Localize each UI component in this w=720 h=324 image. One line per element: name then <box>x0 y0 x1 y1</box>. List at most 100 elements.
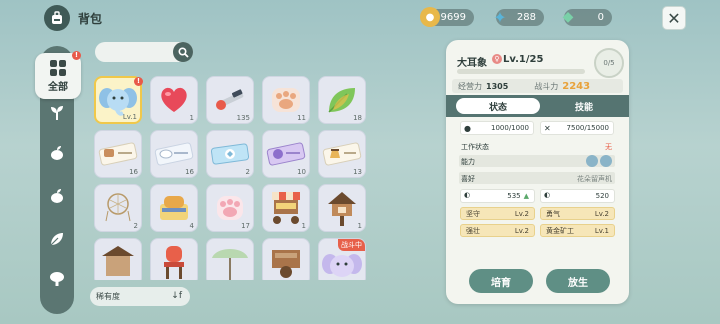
crystal-counter[interactable]: ✦ 288 <box>493 8 544 27</box>
food-stat: ● 1000/1000 <box>460 121 534 135</box>
item-count: 13 <box>353 168 362 176</box>
ability-label: 能力 <box>461 158 475 166</box>
item-slot-parasol[interactable] <box>206 238 254 280</box>
pet-detail-panel: 大耳象 ♀ Lv.1/25 0/5 经营力 1305 战斗力 2243 状态 技能… <box>446 40 629 304</box>
wood-cart-icon <box>263 239 309 280</box>
item-count: 16 <box>185 168 194 176</box>
close-icon: ✕ <box>667 8 681 28</box>
ability-skill-icon[interactable] <box>586 155 598 167</box>
food-value: 1000/1000 <box>491 124 529 132</box>
item-slot-ticket-purple[interactable]: 10 <box>262 130 310 178</box>
gem-counter[interactable]: ◆ 0 <box>563 9 612 26</box>
item-slot-ticket-blue[interactable]: 2 <box>206 130 254 178</box>
page-title: 背包 <box>78 12 103 26</box>
preference-b: ◐ 520 <box>540 189 615 203</box>
item-count: 17 <box>241 222 250 230</box>
item-slot-paw-cushion[interactable]: 11 <box>262 76 310 124</box>
work-status-label: 工作状态 <box>461 143 489 151</box>
leaf-bud-icon <box>51 189 63 203</box>
management-label: 经营力 <box>458 81 482 91</box>
tree-icon <box>50 272 64 286</box>
work-status-value: 无 <box>605 143 612 151</box>
item-slot-wood-cart[interactable] <box>262 238 310 280</box>
tab-status[interactable]: 状态 <box>456 98 540 114</box>
item-slot-market-stall[interactable]: 1 <box>262 184 310 232</box>
train-button[interactable]: 培育 <box>469 269 533 293</box>
grid-icon <box>50 59 66 76</box>
combat-label: 战斗力 <box>534 81 559 91</box>
wind-icon: ◐ <box>464 191 471 199</box>
close-button[interactable]: ✕ <box>662 6 686 30</box>
backpack-icon[interactable] <box>44 5 70 31</box>
category-bud-2[interactable] <box>44 183 70 209</box>
item-count: 10 <box>297 168 306 176</box>
in-battle-tag: 战斗中 <box>338 239 365 251</box>
pet-level: ♀ Lv.1/25 <box>492 54 543 65</box>
item-slot-ticket-cake[interactable]: 16 <box>94 130 142 178</box>
trait-level: Lv.1 <box>594 226 609 235</box>
trait-level: Lv.2 <box>514 226 529 235</box>
coin-value: 9699 <box>440 12 466 23</box>
tab-skill[interactable]: 技能 <box>542 98 626 114</box>
trait-chip[interactable]: 坚守 Lv.2 <box>460 207 535 220</box>
item-slot-elephant-2[interactable]: 战斗中 <box>318 238 366 280</box>
female-icon: ♀ <box>492 54 502 64</box>
category-sprout[interactable] <box>44 100 70 126</box>
trait-chip[interactable]: 强壮 Lv.2 <box>460 224 535 237</box>
item-count: 1 <box>189 114 194 122</box>
parasol-icon <box>207 239 253 280</box>
item-slot-red-chair[interactable] <box>150 238 198 280</box>
food-bowl-icon: ● <box>464 124 471 133</box>
category-all-tab[interactable]: 全部 <box>35 53 81 99</box>
trait-name: 强壮 <box>466 226 480 235</box>
pet-count-value: 0/5 <box>603 59 615 67</box>
ability-icons <box>586 155 612 167</box>
house-icon <box>95 239 141 280</box>
management-value: 1305 <box>486 81 509 91</box>
item-slot-paw-pink[interactable]: 17 <box>206 184 254 232</box>
up-arrow-icon: ▲ <box>523 192 529 200</box>
item-count: 16 <box>129 168 138 176</box>
combat-value: 2243 <box>562 80 591 92</box>
item-count: 1 <box>357 222 362 230</box>
item-count: 2 <box>245 168 250 176</box>
item-slot-ticket-cloud[interactable]: 16 <box>150 130 198 178</box>
leaf-bud-icon <box>51 146 63 160</box>
item-slot-dreamcatcher[interactable]: 2 <box>94 184 142 232</box>
item-count: 11 <box>297 114 306 122</box>
level-progress-bar <box>457 69 585 74</box>
sprout-icon <box>51 106 63 120</box>
category-bud-1[interactable] <box>44 140 70 166</box>
trait-name: 黄金矿工 <box>546 226 574 235</box>
rarity-sort-button[interactable]: 稀有度 ↓f <box>90 287 190 306</box>
preference-label: 喜好 <box>461 175 475 183</box>
search-button[interactable] <box>173 42 193 62</box>
release-button[interactable]: 放生 <box>546 269 610 293</box>
trait-chip[interactable]: 黄金矿工 Lv.1 <box>540 224 615 237</box>
item-slot-treehouse[interactable]: 1 <box>318 184 366 232</box>
coin-counter[interactable]: ● 9699 <box>420 7 474 27</box>
pet-level-value: Lv.1/25 <box>503 54 544 65</box>
item-slot-heart[interactable]: 1 <box>150 76 198 124</box>
crystal-icon: ✦ <box>493 7 507 27</box>
item-slot-ticket-pudding[interactable]: 13 <box>318 130 366 178</box>
trait-level: Lv.2 <box>594 209 609 218</box>
item-count: Lv.1 <box>122 113 137 121</box>
trait-chip[interactable]: 勇气 Lv.2 <box>540 207 615 220</box>
item-count: 18 <box>353 114 362 122</box>
item-count: 135 <box>236 114 250 122</box>
category-leaf-hand[interactable] <box>44 226 70 252</box>
item-slot-house-roof[interactable] <box>94 238 142 280</box>
trait-name: 坚守 <box>466 209 480 218</box>
preference-a-value: 535 <box>507 192 521 200</box>
top-bar: 背包 ● 9699 ✦ 288 ◆ 0 ✕ <box>0 0 720 36</box>
item-slot-toast-box[interactable]: 4 <box>150 184 198 232</box>
coin-icon: ● <box>420 7 440 27</box>
item-slot-brush-tools[interactable]: 135 <box>206 76 254 124</box>
item-grid: Lv.1 ! 1 135 11 18 16 16 2 10 13 2 4 17 … <box>94 76 369 280</box>
ability-skill-icon[interactable] <box>600 155 612 167</box>
item-count: 1 <box>301 222 306 230</box>
item-slot-green-leaf[interactable]: 18 <box>318 76 366 124</box>
category-tree[interactable] <box>44 266 70 292</box>
preference-value: 花朵留声机 <box>577 175 612 183</box>
